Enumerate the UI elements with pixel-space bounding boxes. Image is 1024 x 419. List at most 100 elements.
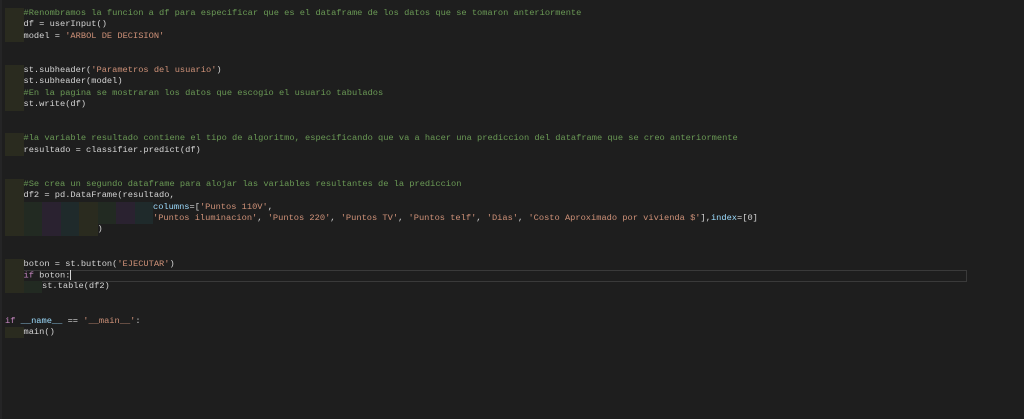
- token-comment: #Renombramos la funcion a df para especi…: [23, 8, 582, 18]
- token-comment: #Se crea un segundo dataframe para aloja…: [23, 178, 462, 189]
- code-line[interactable]: if __name__ == '__main__':: [0, 316, 1024, 327]
- code-text: #la variable resultado contiene el tipo …: [24, 133, 738, 144]
- indent-guide: [5, 64, 24, 77]
- code-line[interactable]: df = userInput(): [0, 19, 1024, 31]
- code-line[interactable]: boton = st.button('EJECUTAR'): [0, 258, 1024, 270]
- token-string: 'EJECUTAR': [117, 258, 170, 269]
- code-text: ): [98, 224, 103, 235]
- code-text: boton = st.button('EJECUTAR'): [24, 259, 175, 270]
- code-line[interactable]: df2 = pd.DataFrame(resultado,: [0, 190, 1024, 202]
- code-text: 'Puntos iluminacion', 'Puntos 220', 'Pun…: [153, 213, 758, 224]
- code-text: columns=['Puntos 110V',: [153, 202, 273, 213]
- token-plain: ): [216, 64, 222, 75]
- code-line[interactable]: columns=['Puntos 110V',: [0, 201, 1024, 214]
- code-line[interactable]: if boton:: [0, 269, 1024, 283]
- code-line[interactable]: 'Puntos iluminacion', 'Puntos 220', 'Pun…: [0, 213, 1024, 225]
- code-line[interactable]: #la variable resultado contiene el tipo …: [0, 133, 1024, 145]
- token-string: 'Puntos iluminacion': [153, 213, 258, 224]
- code-text: model = 'ARBOL DE DECISION': [24, 31, 165, 42]
- indent-guide: [23, 201, 42, 214]
- indent-guide: [97, 213, 116, 225]
- indent-guide: [5, 76, 24, 88]
- indent-guide: [5, 99, 24, 111]
- indent-guide: [5, 213, 24, 225]
- token-comment: #En la pagina se mostraran los datos que…: [23, 87, 384, 98]
- indent-guide: [5, 133, 24, 145]
- code-line[interactable]: [0, 156, 1024, 167]
- token-keyword: if: [5, 315, 16, 326]
- token-plain: ],: [700, 213, 711, 224]
- code-line[interactable]: st.subheader(model): [0, 76, 1024, 88]
- code-text: main(): [24, 327, 55, 338]
- indent-guide: [5, 178, 24, 191]
- indent-guide: [5, 19, 24, 31]
- token-plain: :: [135, 315, 141, 326]
- indent-guide: [23, 224, 42, 236]
- token-plain: ,: [476, 213, 487, 224]
- code-line[interactable]: [0, 293, 1024, 304]
- token-var: __name__: [20, 315, 63, 326]
- indent-guide: [42, 224, 61, 236]
- token-plain: st.subheader(: [23, 64, 92, 75]
- indent-guide: [23, 213, 42, 225]
- code-line[interactable]: [0, 304, 1024, 315]
- token-string: 'Puntos TV': [340, 213, 399, 224]
- code-line[interactable]: st.subheader('Parametros del usuario'): [0, 64, 1024, 77]
- code-line[interactable]: st.table(df2): [0, 281, 1024, 293]
- code-text: #En la pagina se mostraran los datos que…: [24, 88, 384, 99]
- token-plain: ,: [330, 213, 341, 224]
- token-plain: =[: [189, 201, 200, 212]
- code-text: #Renombramos la funcion a df para especi…: [24, 8, 582, 19]
- token-plain: boton:: [33, 270, 71, 281]
- token-plain: model =: [23, 30, 66, 41]
- code-line[interactable]: model = 'ARBOL DE DECISION': [0, 30, 1024, 43]
- code-text: st.subheader(model): [24, 76, 123, 87]
- indent-guide: [42, 213, 61, 225]
- indent-guide: [42, 201, 61, 214]
- indent-guide: [5, 326, 24, 339]
- code-line[interactable]: main(): [0, 326, 1024, 339]
- code-line[interactable]: #En la pagina se mostraran los datos que…: [0, 87, 1024, 100]
- indent-guide: [134, 201, 153, 214]
- indent-guide: [60, 201, 79, 214]
- code-line[interactable]: resultado = classifier.predict(df): [0, 144, 1024, 157]
- indent-guide: [23, 281, 42, 293]
- token-plain: st.subheader(model): [23, 76, 123, 87]
- token-string: 'ARBOL DE DECISION': [65, 30, 165, 41]
- token-plain: =[0]: [737, 213, 758, 224]
- token-plain: ,: [267, 201, 273, 212]
- code-line[interactable]: [0, 122, 1024, 133]
- indent-guide: [5, 30, 24, 43]
- token-string: 'Puntos telf': [408, 213, 477, 224]
- indent-guide: [134, 213, 153, 225]
- text-cursor: [70, 269, 72, 280]
- indent-guide: [5, 190, 24, 202]
- code-line[interactable]: [0, 42, 1024, 53]
- code-line[interactable]: [0, 167, 1024, 178]
- indent-guide: [79, 213, 98, 225]
- indent-guide: [79, 224, 98, 236]
- code-line[interactable]: #Se crea un segundo dataframe para aloja…: [0, 178, 1024, 191]
- code-text: resultado = classifier.predict(df): [24, 145, 201, 156]
- token-plain: ,: [398, 213, 409, 224]
- indent-guide: [5, 281, 24, 293]
- token-plain: ,: [518, 213, 529, 224]
- token-var: index: [710, 213, 738, 224]
- code-line[interactable]: [0, 236, 1024, 247]
- token-comment: #la variable resultado contiene el tipo …: [23, 133, 738, 144]
- code-line[interactable]: [0, 111, 1024, 122]
- code-line[interactable]: ): [0, 224, 1024, 236]
- token-string: '__main__': [83, 315, 136, 326]
- code-line[interactable]: #Renombramos la funcion a df para especi…: [0, 8, 1024, 20]
- code-editor[interactable]: #Renombramos la funcion a df para especi…: [0, 8, 1024, 339]
- code-line[interactable]: [0, 54, 1024, 65]
- token-plain: resultado = classifier.predict(df): [23, 144, 201, 155]
- indent-guide: [116, 201, 135, 214]
- code-line[interactable]: st.write(df): [0, 99, 1024, 111]
- code-line[interactable]: [0, 247, 1024, 258]
- indent-guide: [5, 87, 24, 100]
- indent-guide: [5, 8, 24, 20]
- indent-guide: [5, 258, 24, 270]
- token-string: 'Parametros del usuario': [91, 64, 217, 75]
- indent-guide: [79, 201, 98, 214]
